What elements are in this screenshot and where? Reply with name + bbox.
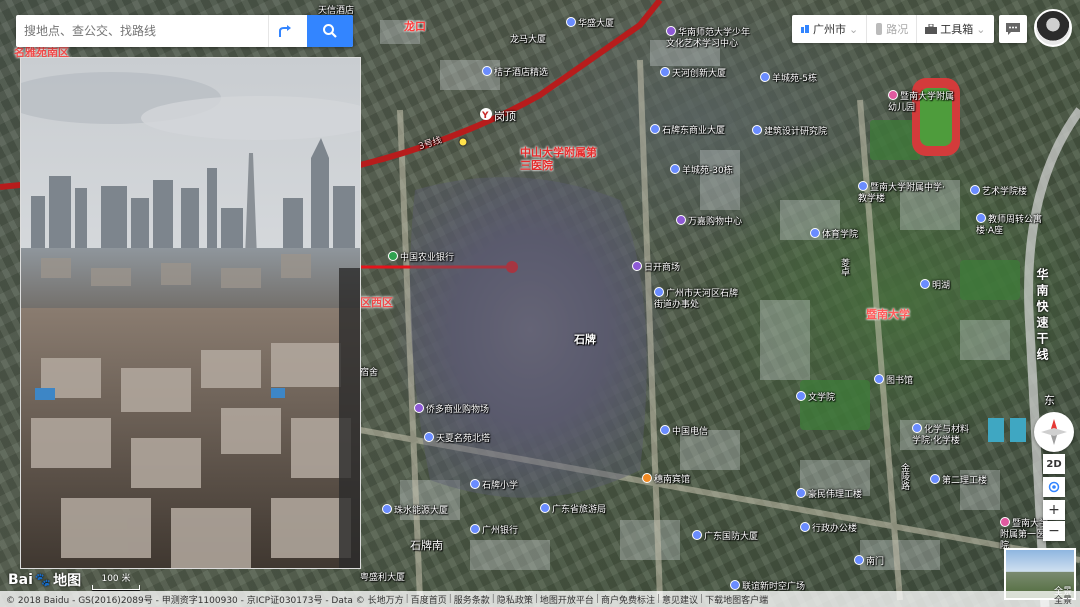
scale-label: 100 米 bbox=[101, 574, 131, 584]
footer-link-home[interactable]: 百度首页 bbox=[411, 593, 447, 606]
zoom-out-button[interactable]: − bbox=[1043, 521, 1065, 541]
map-label-jinan-univ: 暨南大学 bbox=[866, 308, 910, 321]
map-label-second-teaching: 第二理工楼 bbox=[930, 473, 987, 486]
map-label-building-inst: 建筑设计研究院 bbox=[752, 124, 827, 137]
map-label-south-gate: 南门 bbox=[854, 554, 884, 567]
paw-icon: 🐾 bbox=[34, 572, 52, 588]
footer-bar: © 2018 Baidu - GS(2016)2089号 - 甲测资字11009… bbox=[0, 591, 1080, 607]
street-view-image bbox=[21, 58, 360, 568]
footer-link-merchant[interactable]: 商户免费标注 bbox=[601, 593, 655, 606]
route-button[interactable] bbox=[268, 15, 298, 47]
map-label-longma: 龙马大厦 bbox=[510, 35, 547, 45]
map-label-teacher-apartment: 教师周转公寓楼·A座 bbox=[976, 215, 1043, 236]
map-label-china-telecom: 中国电信 bbox=[660, 424, 708, 437]
map-label-guangzhou-bank: 广州银行 bbox=[470, 523, 518, 536]
city-icon bbox=[801, 25, 809, 33]
map-label-shipai-primary: 石牌小学 bbox=[470, 478, 518, 491]
map-label-jinan-kindergarten: 暨南大学附属幼儿园 bbox=[888, 92, 955, 113]
footer-link-privacy[interactable]: 隐私政策 bbox=[497, 593, 533, 606]
chevron-down-icon: ⌄ bbox=[849, 22, 859, 36]
map-label-rikai: 日开商场 bbox=[632, 260, 680, 273]
map-label-shipai-east: 石牌东商业大厦 bbox=[650, 123, 725, 136]
footer-link-terms[interactable]: 服务条款 bbox=[454, 593, 490, 606]
map-label-jingxu: 菱卓 bbox=[839, 258, 849, 276]
map-label-east: 东 bbox=[1044, 394, 1055, 407]
zoom-in-button[interactable]: + bbox=[1043, 500, 1065, 520]
locate-button[interactable] bbox=[1043, 477, 1065, 497]
traffic-light-icon bbox=[876, 23, 883, 35]
map-label-mingyu: 明湖 bbox=[920, 278, 950, 291]
map-label-qiaozi: 桔子酒店精选 bbox=[482, 65, 548, 78]
map-label-gangding: 岗顶 bbox=[494, 110, 516, 123]
search-box bbox=[16, 15, 353, 47]
message-icon bbox=[1006, 23, 1020, 35]
user-avatar[interactable] bbox=[1034, 9, 1072, 47]
map-label-tianhe-chuangxin: 天河创新大厦 bbox=[660, 66, 726, 79]
map-label-shipai-south: 石牌南 bbox=[410, 539, 443, 552]
map-label-library: 图书馆 bbox=[874, 373, 913, 386]
map-label-yuesheng: 粤盛利大厦 bbox=[360, 573, 406, 583]
route-icon bbox=[278, 25, 291, 37]
map-label-chem-school: 化学与材料学院·化学楼 bbox=[912, 423, 976, 447]
scale-bar: 100 米 bbox=[92, 571, 140, 590]
mode-2d-button[interactable]: 2D bbox=[1043, 454, 1065, 474]
map-label-gd-tourism: 广东省旅游局 bbox=[540, 502, 606, 515]
svg-text:Y: Y bbox=[481, 111, 489, 121]
toolbox-button[interactable]: 工具箱 ⌄ bbox=[916, 15, 993, 43]
footer-panorama-tag[interactable]: 全景 bbox=[1054, 593, 1072, 606]
map-label-tiyu: 体育学院 bbox=[810, 227, 858, 240]
map-label-tianyu-north: 天夏名苑北塔 bbox=[424, 431, 490, 444]
footer-link-feedback[interactable]: 意见建议 bbox=[662, 593, 698, 606]
traffic-button[interactable]: 路况 bbox=[866, 15, 916, 43]
baidu-logo: Bai 🐾 地图 bbox=[8, 570, 81, 590]
footer-link-open-platform[interactable]: 地图开放平台 bbox=[540, 593, 594, 606]
map-label-longkou: 龙口 bbox=[404, 20, 426, 33]
map-label-art-tech: 艺术学院楼 bbox=[970, 184, 1027, 197]
search-button[interactable] bbox=[307, 15, 353, 47]
search-icon bbox=[323, 24, 337, 38]
map-label-yangcheng-30: 羊城苑-30栋 bbox=[670, 163, 733, 176]
map-label-youth-center: 华南师范大学少年文化艺术学习中心 bbox=[666, 26, 756, 50]
map-label-zhujiang: 珠水能源大厦 bbox=[382, 503, 448, 516]
map-label-xi-district: 区西区 bbox=[360, 296, 393, 309]
map-label-shipai-office: 广州市天河区石牌街道办事处 bbox=[654, 289, 739, 310]
map-label-jinan-road: 金陵路 bbox=[899, 463, 909, 490]
toolbox-label: 工具箱 bbox=[940, 23, 974, 36]
logo-text: Bai bbox=[8, 572, 33, 588]
street-view-photo[interactable] bbox=[20, 57, 361, 569]
map-label-jinan-middle: 暨南大学附属中学·教学楼 bbox=[858, 181, 948, 205]
search-input[interactable] bbox=[16, 16, 268, 46]
message-button[interactable] bbox=[999, 15, 1027, 43]
toolbox-icon bbox=[925, 24, 938, 34]
compass-icon bbox=[1041, 419, 1067, 445]
map-label-gd-land: 广东国防大厦 bbox=[692, 529, 758, 542]
footer-link-download[interactable]: 下载地图客户端 bbox=[705, 593, 768, 606]
map-label-abc-bank: 中国农业银行 bbox=[388, 250, 454, 263]
logo-suffix: 地图 bbox=[53, 573, 82, 589]
compass-button[interactable] bbox=[1034, 412, 1074, 452]
map-label-admin-office: 行政办公楼 bbox=[800, 521, 857, 534]
map-label-sysu-hospital: 中山大学附属第三医院 bbox=[520, 146, 597, 172]
city-selector[interactable]: 广州市 ⌄ bbox=[792, 15, 866, 43]
scale-line bbox=[92, 585, 140, 590]
traffic-label: 路况 bbox=[886, 23, 909, 36]
map-label-haoming: 豪民伟理工楼 bbox=[796, 487, 862, 500]
map-label-wenxue: 文学院 bbox=[796, 390, 835, 403]
chevron-down-icon: ⌄ bbox=[976, 22, 986, 36]
map-label-ningxia-hotel: 穗南宾馆 bbox=[642, 472, 690, 485]
map-label-huasheng: 华盛大厦 bbox=[566, 16, 614, 29]
map-label-shipai: 石牌 bbox=[574, 333, 596, 346]
locate-icon bbox=[1048, 481, 1060, 493]
city-label: 广州市 bbox=[813, 23, 846, 36]
map-label-wanjia: 万嘉购物中心 bbox=[676, 214, 742, 227]
map-label-sushe: 宿舍 bbox=[360, 368, 379, 378]
map-label-qiaoduo: 侨多商业购物场 bbox=[414, 402, 489, 415]
map-label-yangcheng-5: 羊城苑-5栋 bbox=[760, 71, 817, 84]
map-toolbar: 广州市 ⌄ 路况 工具箱 ⌄ bbox=[792, 15, 994, 43]
map-label-huanan-expressway: 华南快速干线 bbox=[1035, 268, 1049, 364]
copyright-text: © 2018 Baidu - GS(2016)2089号 - 甲测资字11009… bbox=[6, 595, 404, 606]
